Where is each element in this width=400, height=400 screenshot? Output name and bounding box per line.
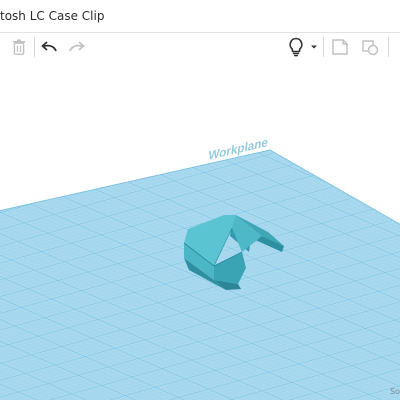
snap-grid-label[interactable]: So [390, 387, 400, 396]
3d-viewport[interactable]: Workplane So [0, 62, 400, 400]
toolbar-divider [323, 37, 324, 57]
undo-button[interactable] [38, 35, 60, 59]
show-all-button[interactable] [285, 35, 321, 59]
undo-icon [41, 41, 57, 52]
redo-icon [69, 41, 85, 52]
workplane-scene: Workplane [0, 135, 400, 400]
title-bar: tosh LC Case Clip [0, 0, 400, 32]
toolbar-divider [388, 37, 389, 57]
toolbar-divider [34, 37, 35, 57]
redo-button[interactable] [66, 35, 88, 59]
notes-button[interactable] [328, 35, 352, 59]
toolbar [0, 32, 400, 63]
comment-button[interactable] [358, 35, 382, 59]
chevron-down-icon [311, 45, 317, 49]
design-title[interactable]: tosh LC Case Clip [0, 6, 104, 26]
notes-icon [332, 39, 348, 55]
delete-button[interactable] [8, 35, 30, 59]
comment-icon [362, 40, 379, 56]
lightbulb-icon [289, 37, 303, 57]
delete-icon [13, 39, 25, 55]
